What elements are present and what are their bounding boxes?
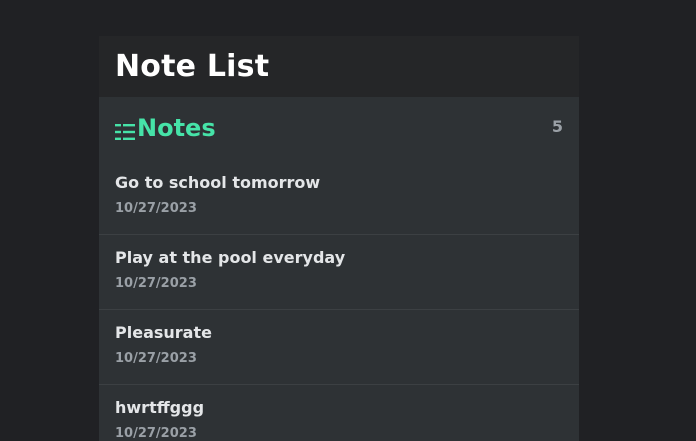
note-title: Play at the pool everyday [115,248,346,267]
note-app-panel: Note List Notes 5 Go to school tomorrow … [99,36,579,441]
note-title: Pleasurate [115,323,212,342]
note-date: 10/27/2023 [115,426,197,441]
note-list-item[interactable]: Play at the pool everyday 10/27/2023 [99,235,579,310]
note-list-item[interactable]: hwrtffggg 10/27/2023 [99,385,579,441]
note-title: Go to school tomorrow [115,173,321,192]
note-date: 10/27/2023 [115,201,197,216]
note-date: 10/27/2023 [115,276,197,291]
note-date: 10/27/2023 [115,351,197,366]
notes-heading: Notes [115,114,216,142]
notes-count-badge: 5 [551,117,563,136]
list-icon [115,119,135,140]
app-header: Note List [99,36,579,97]
note-title: hwrtffggg [115,398,205,417]
page-title: Note List [115,49,270,84]
notes-section-header: Notes 5 [99,97,579,158]
note-list-item[interactable]: Pleasurate 10/27/2023 [99,310,579,385]
notes-heading-label: Notes [137,113,216,142]
note-list: Go to school tomorrow 10/27/2023 Play at… [99,162,579,441]
note-list-item[interactable]: Go to school tomorrow 10/27/2023 [99,162,579,235]
